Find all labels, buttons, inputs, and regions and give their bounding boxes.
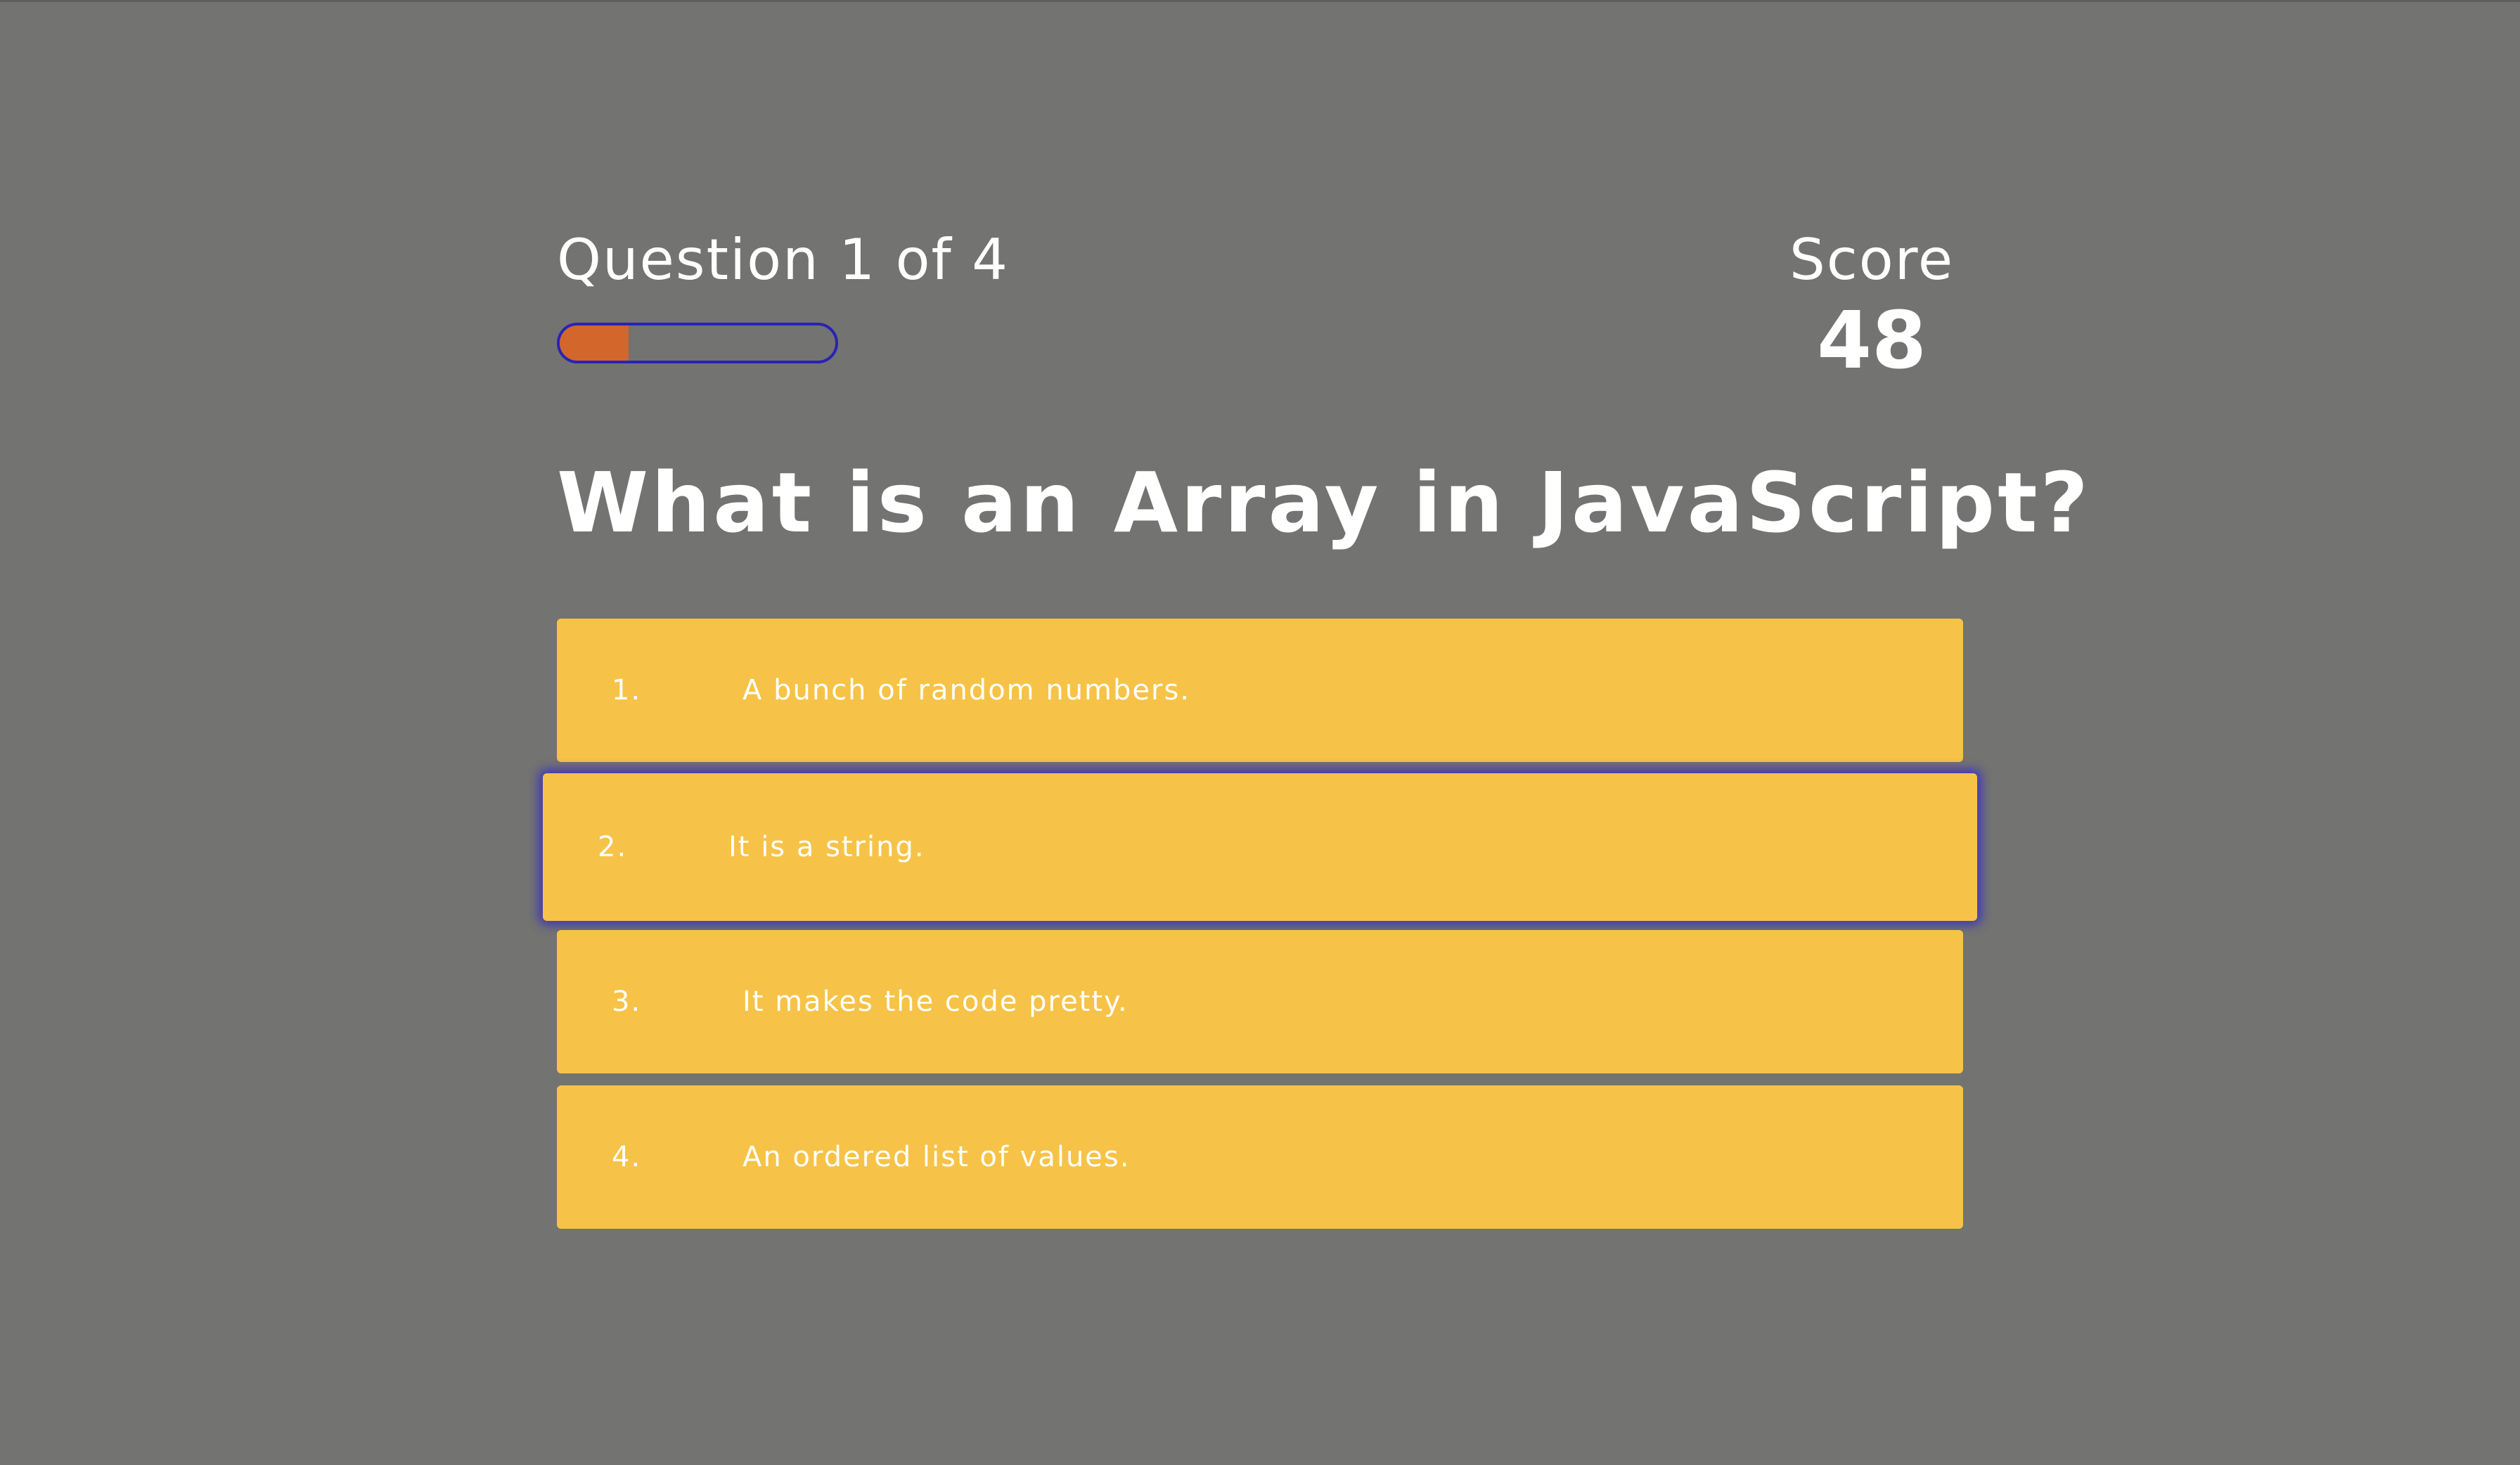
choice-prefix: 4. xyxy=(612,1141,642,1173)
choice-prefix: 1. xyxy=(612,674,642,706)
choice-prefix: 2. xyxy=(598,831,628,863)
progress-bar-fill xyxy=(560,325,629,361)
choice-text: It is a string. xyxy=(728,831,925,863)
window-top-edge xyxy=(0,0,2520,2)
progress-bar xyxy=(557,323,838,363)
choice-prefix: 3. xyxy=(612,986,642,1018)
score-value: 48 xyxy=(1817,295,1927,387)
score-label: Score xyxy=(1789,227,1955,292)
choice-text: An ordered list of values. xyxy=(742,1141,1131,1173)
choice-option-3[interactable]: 3. It makes the code pretty. xyxy=(557,930,1963,1073)
hud: Question 1 of 4 Score 48 xyxy=(557,225,1963,394)
progress-text: Question 1 of 4 xyxy=(557,227,1010,292)
choice-option-4[interactable]: 4. An ordered list of values. xyxy=(557,1085,1963,1229)
choice-text: A bunch of random numbers. xyxy=(742,674,1191,706)
question-text: What is an Array in JavaScript? xyxy=(557,454,2091,551)
choice-option-2[interactable]: 2. It is a string. xyxy=(543,773,1977,921)
choice-option-1[interactable]: 1. A bunch of random numbers. xyxy=(557,619,1963,762)
choice-text: It makes the code pretty. xyxy=(742,986,1129,1018)
